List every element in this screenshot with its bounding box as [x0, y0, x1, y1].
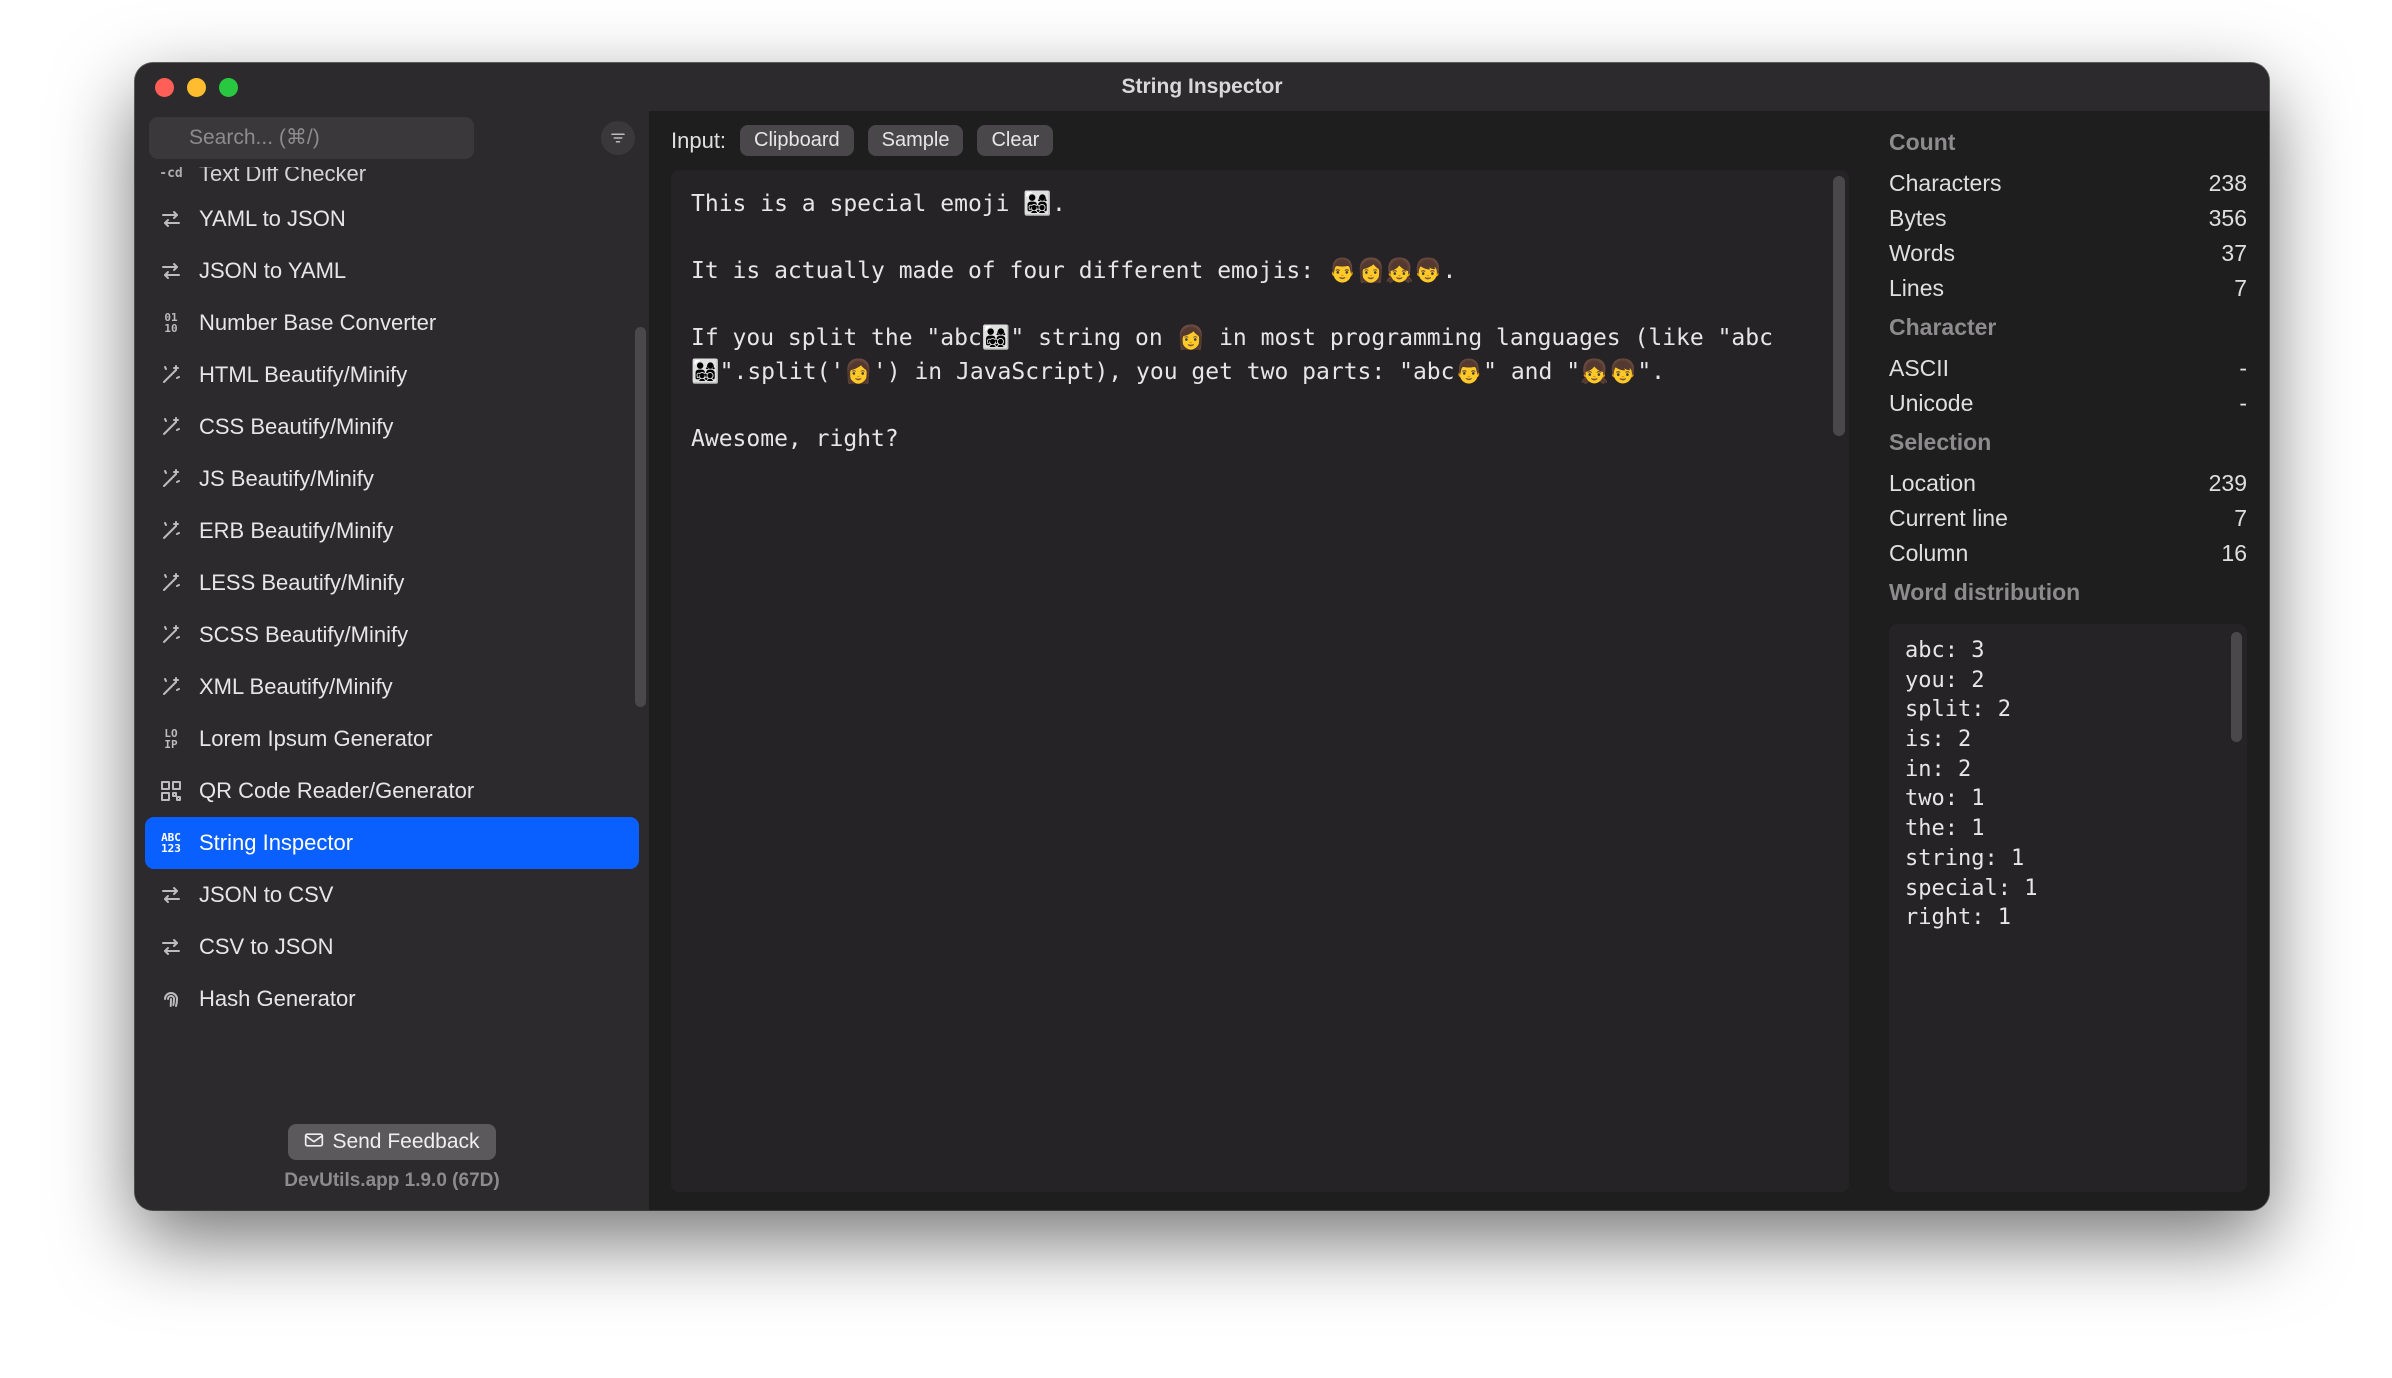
sample-button[interactable]: Sample — [868, 125, 964, 156]
window-minimize-button[interactable] — [187, 78, 206, 97]
swap-icon — [157, 257, 185, 285]
wand-icon — [157, 673, 185, 701]
clipboard-button[interactable]: Clipboard — [740, 125, 854, 156]
window-zoom-button[interactable] — [219, 78, 238, 97]
sidebar-item-label: Lorem Ipsum Generator — [199, 726, 433, 752]
wand-icon — [157, 413, 185, 441]
sidebar: -cd Text Diff Checker YAML to JSON JSON t… — [135, 111, 649, 1210]
sidebar-scrollbar[interactable] — [635, 327, 646, 707]
wand-icon — [157, 465, 185, 493]
sidebar-item-less-beautify-minify[interactable]: LESS Beautify/Minify — [145, 557, 639, 609]
sidebar-item-label: Text Diff Checker — [199, 167, 366, 187]
stat-characters: Characters 238 — [1889, 166, 2247, 201]
qr-icon — [157, 777, 185, 805]
sidebar-item-csv-to-json[interactable]: CSV to JSON — [145, 921, 639, 973]
sidebar-item-label: QR Code Reader/Generator — [199, 778, 474, 804]
input-text: This is a special emoji 👨‍👩‍👧‍👦. It is a… — [691, 188, 1829, 457]
filter-button[interactable] — [601, 121, 635, 155]
sidebar-item-hash-generator[interactable]: Hash Generator — [145, 973, 639, 1025]
sidebar-item-label: JSON to YAML — [199, 258, 346, 284]
app-window: String Inspector -cd Text Diff Checker — [135, 63, 2269, 1210]
sidebar-item-label: Number Base Converter — [199, 310, 436, 336]
character-heading: Character — [1889, 314, 2247, 341]
abc123-icon: ABC123 — [157, 829, 185, 857]
word-distribution-box[interactable]: abc: 3 you: 2 split: 2 is: 2 in: 2 two: … — [1889, 624, 2247, 1192]
sidebar-item-xml-beautify-minify[interactable]: XML Beautify/Minify — [145, 661, 639, 713]
sidebar-item-label: CSV to JSON — [199, 934, 333, 960]
sidebar-item-label: HTML Beautify/Minify — [199, 362, 407, 388]
input-label: Input: — [671, 128, 726, 154]
clear-button[interactable]: Clear — [977, 125, 1053, 156]
swap-icon — [157, 933, 185, 961]
input-editor[interactable]: This is a special emoji 👨‍👩‍👧‍👦. It is a… — [671, 170, 1849, 1192]
sidebar-item-json-to-yaml[interactable]: JSON to YAML — [145, 245, 639, 297]
window-title: String Inspector — [135, 75, 2269, 99]
titlebar: String Inspector — [135, 63, 2269, 111]
sidebar-item-string-inspector[interactable]: ABC123 String Inspector — [145, 817, 639, 869]
search-input[interactable] — [149, 117, 474, 159]
sidebar-item-label: JSON to CSV — [199, 882, 333, 908]
sidebar-item-lorem-ipsum-generator[interactable]: LOIP Lorem Ipsum Generator — [145, 713, 639, 765]
sidebar-item-label: JS Beautify/Minify — [199, 466, 374, 492]
send-feedback-label: Send Feedback — [332, 1130, 479, 1154]
sidebar-item-html-beautify-minify[interactable]: HTML Beautify/Minify — [145, 349, 639, 401]
lorem-icon: LOIP — [157, 725, 185, 753]
sidebar-item-erb-beautify-minify[interactable]: ERB Beautify/Minify — [145, 505, 639, 557]
stat-ascii: ASCII - — [1889, 351, 2247, 386]
word-distribution-text: abc: 3 you: 2 split: 2 is: 2 in: 2 two: … — [1905, 636, 2231, 933]
stat-current-line: Current line 7 — [1889, 501, 2247, 536]
stat-words: Words 37 — [1889, 236, 2247, 271]
sidebar-item-js-beautify-minify[interactable]: JS Beautify/Minify — [145, 453, 639, 505]
main-panel: Input: Clipboard Sample Clear This is a … — [649, 111, 1871, 1210]
wand-icon — [157, 569, 185, 597]
stat-bytes: Bytes 356 — [1889, 201, 2247, 236]
sidebar-item-label: SCSS Beautify/Minify — [199, 622, 408, 648]
send-feedback-button[interactable]: Send Feedback — [288, 1124, 495, 1160]
count-heading: Count — [1889, 129, 2247, 156]
swap-icon — [157, 881, 185, 909]
binary-icon: 0110 — [157, 309, 185, 337]
wand-icon — [157, 621, 185, 649]
sidebar-item-label: LESS Beautify/Minify — [199, 570, 404, 596]
sidebar-item-label: XML Beautify/Minify — [199, 674, 393, 700]
distribution-heading: Word distribution — [1889, 579, 2247, 606]
stats-panel: Count Characters 238 Bytes 356 Words 37 … — [1871, 111, 2269, 1210]
stat-column: Column 16 — [1889, 536, 2247, 571]
editor-scrollbar[interactable] — [1833, 176, 1845, 436]
window-close-button[interactable] — [155, 78, 174, 97]
version-label: DevUtils.app 1.9.0 (67D) — [135, 1170, 649, 1192]
diff-icon: -cd — [157, 167, 185, 187]
swap-icon — [157, 205, 185, 233]
sidebar-item-label: CSS Beautify/Minify — [199, 414, 393, 440]
wand-icon — [157, 361, 185, 389]
sidebar-item-json-to-csv[interactable]: JSON to CSV — [145, 869, 639, 921]
sidebar-item-label: String Inspector — [199, 830, 353, 856]
tool-list: -cd Text Diff Checker YAML to JSON JSON t… — [135, 167, 649, 1110]
selection-heading: Selection — [1889, 429, 2247, 456]
fingerprint-icon — [157, 985, 185, 1013]
sidebar-item-label: ERB Beautify/Minify — [199, 518, 393, 544]
stat-unicode: Unicode - — [1889, 386, 2247, 421]
wand-icon — [157, 517, 185, 545]
sidebar-item-qr-code-reader-generator[interactable]: QR Code Reader/Generator — [145, 765, 639, 817]
mail-icon — [304, 1130, 324, 1154]
sidebar-item-scss-beautify-minify[interactable]: SCSS Beautify/Minify — [145, 609, 639, 661]
sidebar-item-label: YAML to JSON — [199, 206, 346, 232]
sidebar-item-css-beautify-minify[interactable]: CSS Beautify/Minify — [145, 401, 639, 453]
sidebar-item-yaml-to-json[interactable]: YAML to JSON — [145, 193, 639, 245]
stat-location: Location 239 — [1889, 466, 2247, 501]
distribution-scrollbar[interactable] — [2231, 632, 2242, 742]
sidebar-item-label: Hash Generator — [199, 986, 356, 1012]
sidebar-item-number-base-converter[interactable]: 0110 Number Base Converter — [145, 297, 639, 349]
sidebar-item-text-diff-checker[interactable]: -cd Text Diff Checker — [145, 167, 639, 193]
stat-lines: Lines 7 — [1889, 271, 2247, 306]
